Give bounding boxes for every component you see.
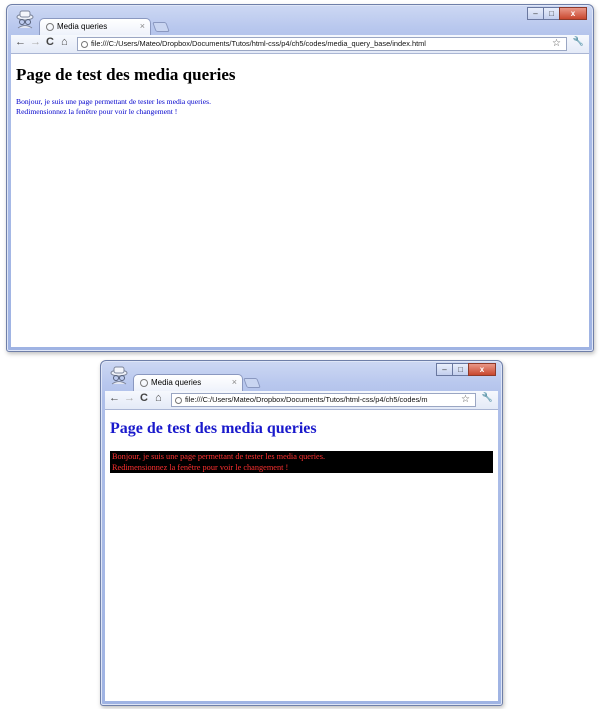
page-icon [175, 396, 182, 404]
page-heading: Page de test des media queries [110, 420, 317, 437]
page-icon [46, 23, 54, 31]
close-window-button[interactable]: x [559, 7, 587, 20]
back-icon[interactable]: ← [15, 36, 26, 48]
browser-window-wide: Media queries × – □ x ← → C ⌂ file:///C:… [6, 4, 594, 352]
toolbar: ← → C ⌂ file:///C:/Users/Mateo/Dropbox/D… [11, 35, 589, 54]
page-icon [81, 40, 88, 48]
tab-media-queries[interactable]: Media queries × [39, 18, 151, 35]
back-icon[interactable]: ← [109, 392, 120, 404]
paragraph-line-1: Bonjour, je suis une page permettant de … [16, 97, 211, 106]
wrench-icon[interactable]: 🔧 [573, 36, 584, 47]
page-viewport: Page de test des media queries Bonjour, … [105, 410, 498, 701]
address-text: file:///C:/Users/Mateo/Dropbox/Documents… [91, 39, 426, 48]
page-paragraph: Bonjour, je suis une page permettant de … [110, 451, 493, 473]
tab-title: Media queries [151, 378, 202, 387]
window-controls: – □ x [436, 363, 496, 377]
address-bar[interactable]: file:///C:/Users/Mateo/Dropbox/Documents… [77, 37, 567, 51]
forward-icon[interactable]: → [124, 392, 135, 404]
tab-close-icon[interactable]: × [140, 21, 145, 31]
toolbar: ← → C ⌂ file:///C:/Users/Mateo/Dropbox/D… [105, 391, 498, 410]
home-icon[interactable]: ⌂ [61, 36, 68, 48]
close-window-button[interactable]: x [468, 363, 496, 376]
minimize-button[interactable]: – [527, 7, 544, 20]
home-icon[interactable]: ⌂ [155, 392, 162, 404]
page-viewport: Page de test des media queries Bonjour, … [11, 54, 589, 347]
page-paragraph: Bonjour, je suis une page permettant de … [16, 97, 211, 117]
tab-close-icon[interactable]: × [232, 377, 237, 387]
new-tab-button[interactable] [243, 378, 261, 388]
tab-title: Media queries [57, 22, 108, 31]
incognito-icon [13, 9, 37, 29]
minimize-button[interactable]: – [436, 363, 453, 376]
maximize-button[interactable]: □ [452, 363, 469, 376]
browser-window-narrow: Media queries × – □ x ← → C ⌂ file:///C:… [100, 360, 503, 706]
bookmark-star-icon[interactable]: ☆ [552, 38, 561, 50]
paragraph-line-2: Redimensionnez la fenêtre pour voir le c… [112, 463, 289, 472]
address-text: file:///C:/Users/Mateo/Dropbox/Documents… [185, 395, 428, 404]
bookmark-star-icon[interactable]: ☆ [461, 394, 470, 406]
maximize-button[interactable]: □ [543, 7, 560, 20]
forward-icon[interactable]: → [30, 36, 41, 48]
window-controls: – □ x [527, 7, 587, 21]
reload-icon[interactable]: C [140, 392, 148, 404]
reload-icon[interactable]: C [46, 36, 54, 48]
wrench-icon[interactable]: 🔧 [482, 392, 493, 403]
new-tab-button[interactable] [152, 22, 170, 32]
tab-media-queries[interactable]: Media queries × [133, 374, 243, 391]
address-bar[interactable]: file:///C:/Users/Mateo/Dropbox/Documents… [171, 393, 476, 407]
page-heading: Page de test des media queries [16, 65, 236, 84]
page-icon [140, 379, 148, 387]
paragraph-line-1: Bonjour, je suis une page permettant de … [112, 452, 326, 461]
incognito-icon [107, 365, 131, 385]
paragraph-line-2: Redimensionnez la fenêtre pour voir le c… [16, 107, 178, 116]
